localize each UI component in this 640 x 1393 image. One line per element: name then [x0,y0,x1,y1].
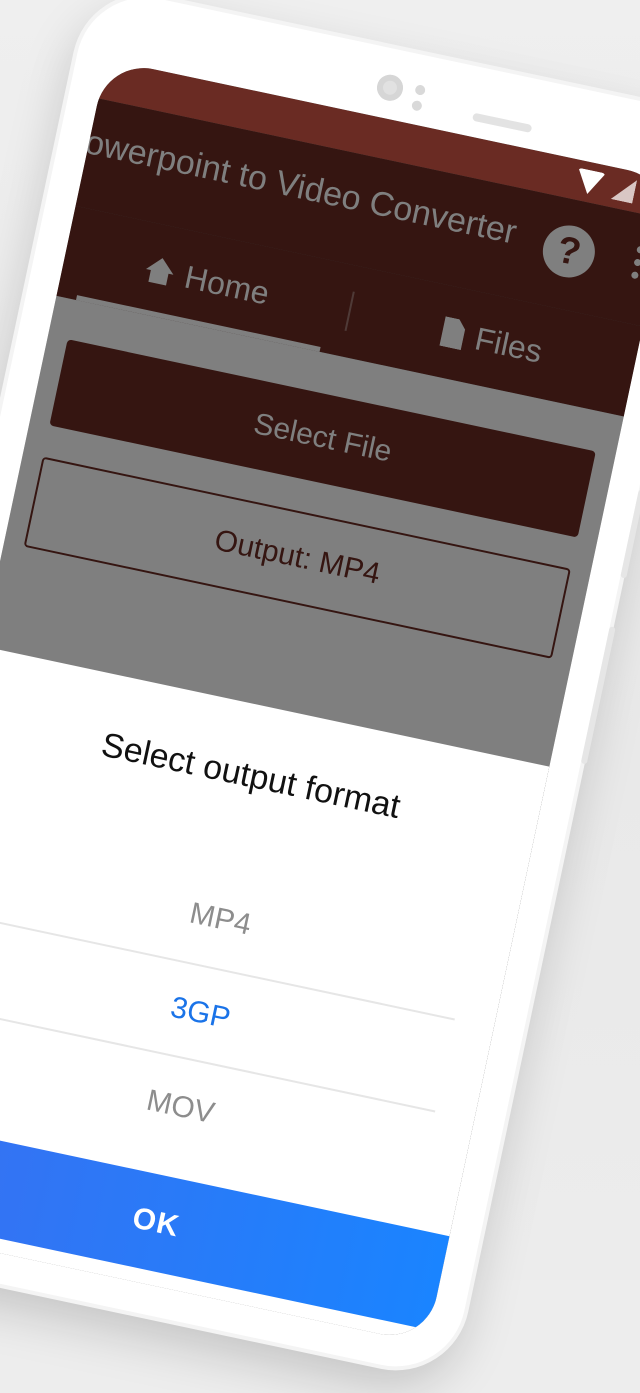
sensor-dot [414,84,427,96]
volume-button [620,489,640,579]
no-signal-icon [611,176,638,204]
front-camera [374,72,406,104]
output-format-dialog: Select output format MP4 3GP MOV OK [0,646,550,1344]
sensor-dot [410,99,423,112]
earpiece-speaker [471,112,533,133]
wifi-icon [573,167,606,197]
